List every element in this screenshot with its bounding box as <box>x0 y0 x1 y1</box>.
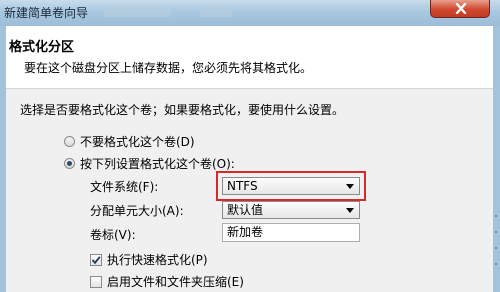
dropdown-arrow-icon <box>346 184 354 189</box>
title-bar: 新建简单卷向导 <box>0 0 500 26</box>
window-title: 新建简单卷向导 <box>4 6 89 20</box>
close-icon <box>455 3 467 14</box>
radio-format[interactable]: 按下列设置格式化这个卷(O): <box>64 155 235 172</box>
page-title: 格式化分区 <box>9 40 75 55</box>
compression-option[interactable]: 启用文件和文件夹压缩(E) <box>90 273 244 290</box>
checkmark-icon <box>91 255 101 264</box>
blurred-background-shape <box>200 5 232 17</box>
volume-label-input[interactable]: 新加卷 <box>222 223 360 242</box>
file-system-select[interactable]: NTFS <box>222 177 360 195</box>
radio-format-label: 按下列设置格式化这个卷(O): <box>80 157 235 171</box>
allocation-unit-value: 默认值 <box>227 203 264 217</box>
radio-button-selected[interactable] <box>64 158 75 169</box>
allocation-unit-label: 分配单元大小(A): <box>90 204 184 218</box>
file-system-label: 文件系统(F): <box>90 180 159 194</box>
format-prompt: 选择是否要格式化这个卷；如果要格式化，要使用什么设置。 <box>20 103 345 117</box>
quick-format-label: 执行快速格式化(P) <box>107 253 208 267</box>
quick-format-checkbox[interactable] <box>90 253 102 266</box>
radio-button[interactable] <box>64 136 75 147</box>
compression-label: 启用文件和文件夹压缩(E) <box>107 275 244 289</box>
allocation-unit-select[interactable]: 默认值 <box>222 201 360 219</box>
wizard-header: 格式化分区 要在这个磁盘分区上储存数据，您必须先将其格式化。 <box>6 26 493 89</box>
resize-grip-icon <box>495 215 497 265</box>
page-subtitle: 要在这个磁盘分区上储存数据，您必须先将其格式化。 <box>24 61 313 75</box>
radio-no-format[interactable]: 不要格式化这个卷(D) <box>64 133 195 150</box>
close-button[interactable] <box>430 0 490 18</box>
file-system-value: NTFS <box>227 179 258 193</box>
quick-format-option[interactable]: 执行快速格式化(P) <box>90 251 208 268</box>
dropdown-arrow-icon <box>346 208 354 213</box>
blurred-background-shape <box>104 5 170 17</box>
volume-label-label: 卷标(V): <box>90 228 136 242</box>
radio-no-format-label: 不要格式化这个卷(D) <box>80 135 195 149</box>
compression-checkbox[interactable] <box>90 275 102 288</box>
wizard-content: 选择是否要格式化这个卷；如果要格式化，要使用什么设置。 不要格式化这个卷(D) … <box>6 89 493 292</box>
